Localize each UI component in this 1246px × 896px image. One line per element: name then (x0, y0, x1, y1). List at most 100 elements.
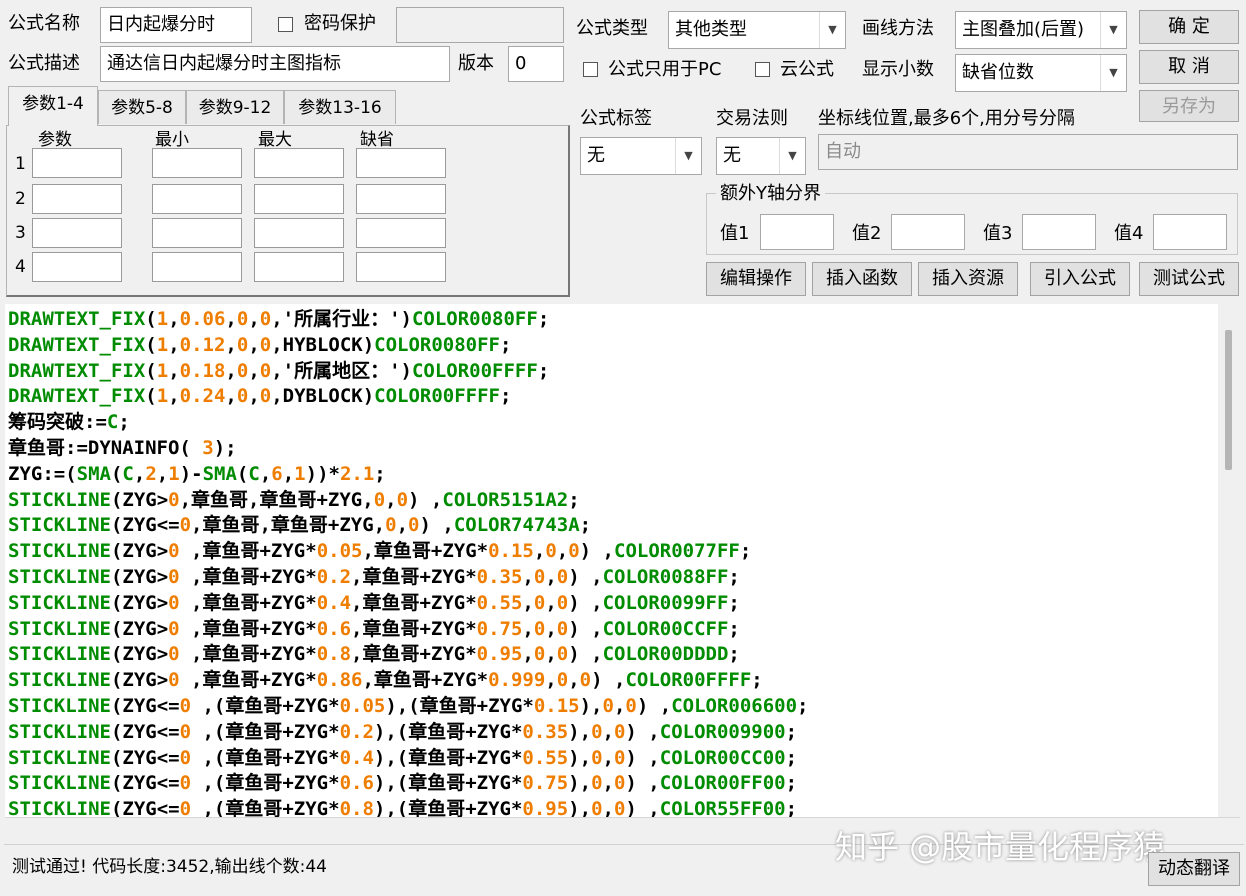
code-token: , (533, 540, 546, 563)
code-token: COLOR00DDDD (602, 643, 729, 666)
code-token: DRAWTEXT_FIX (8, 385, 146, 408)
formula-name-label: 公式名称 (8, 13, 80, 34)
cloud-checkbox[interactable] (755, 62, 770, 77)
formula-tag-select[interactable]: 无 ▼ (580, 137, 702, 175)
test-formula-button[interactable]: 测试公式 (1139, 262, 1239, 296)
cloud-label: 云公式 (780, 59, 834, 80)
param-3-min[interactable] (152, 218, 242, 248)
code-token: , (168, 308, 180, 330)
code-token: (ZYG<= (110, 514, 180, 537)
param-3-max[interactable] (254, 218, 344, 248)
code-token: ; (751, 669, 763, 692)
password-label: 密码保护 (304, 13, 376, 34)
cancel-button[interactable]: 取 消 (1139, 50, 1239, 84)
tab-params-13-16[interactable]: 参数13-16 (284, 90, 396, 124)
scrollbar-thumb[interactable] (1225, 330, 1232, 470)
param-2-name[interactable] (32, 184, 122, 214)
code-token: ZYG:=( (8, 462, 77, 485)
code-token: 1 (156, 385, 169, 408)
code-token: ; (797, 695, 809, 717)
param-1-name[interactable] (32, 148, 122, 178)
formula-type-select[interactable]: 其他类型 ▼ (668, 11, 846, 49)
code-token: , (545, 643, 557, 666)
code-token: COLOR00FFFF (625, 669, 752, 692)
code-token: 0.2 (316, 566, 352, 588)
pc-only-checkbox[interactable] (583, 62, 598, 77)
param-4-default[interactable] (356, 252, 446, 282)
tab-params-9-12[interactable]: 参数9-12 (186, 90, 284, 124)
formula-desc-input[interactable]: 通达信日内起爆分时主图指标 (100, 46, 450, 82)
version-input[interactable]: 0 (508, 46, 564, 82)
dynamic-translate-button[interactable]: 动态翻译 (1148, 852, 1240, 886)
code-token: , (522, 617, 534, 640)
tab-params-5-8[interactable]: 参数5-8 (98, 90, 186, 124)
password-checkbox[interactable] (278, 17, 293, 32)
param-header-default: 缺省 (360, 130, 394, 150)
code-token: (ZYG<= (110, 798, 180, 817)
param-2-default[interactable] (356, 184, 446, 214)
code-token: (ZYG> (110, 617, 169, 640)
code-line: STICKLINE(ZYG<=0 ,(章鱼哥+ZYG*0.05),(章鱼哥+ZY… (8, 693, 808, 719)
code-token: , (522, 566, 534, 588)
code-line: STICKLINE(ZYG>0 ,章鱼哥+ZYG*0.4,章鱼哥+ZYG*0.5… (8, 590, 740, 616)
param-4-min[interactable] (152, 252, 242, 282)
param-2-min[interactable] (152, 184, 242, 214)
y-value-2-input[interactable] (891, 214, 965, 250)
decimals-value: 缺省位数 (962, 62, 1034, 83)
param-1-min[interactable] (152, 148, 242, 178)
code-token: C (122, 462, 134, 485)
code-token: 0 (259, 385, 272, 408)
watermark-text: 知乎 @股市量化程序猿 (835, 828, 1166, 866)
import-formula-button[interactable]: 引入公式 (1030, 262, 1130, 296)
code-token: ,章鱼哥+ZYG* (179, 669, 317, 692)
y-value-4-label: 值4 (1114, 223, 1144, 244)
param-3-name[interactable] (32, 218, 122, 248)
code-token: , (259, 462, 272, 485)
code-token: 3 (202, 437, 214, 459)
password-input (396, 7, 564, 43)
param-4-max[interactable] (254, 252, 344, 282)
y-value-4-input[interactable] (1153, 214, 1227, 250)
tab-params-1-4[interactable]: 参数1-4 (8, 86, 98, 126)
code-token: ; (728, 643, 740, 666)
code-token: 0 (236, 308, 249, 330)
code-editor[interactable]: DRAWTEXT_FIX(1,0.06,0,0,'所属行业：')COLOR008… (5, 304, 1218, 817)
code-token: 0 (168, 540, 180, 563)
code-token: ) , (625, 798, 660, 817)
formula-name-input[interactable]: 日内起爆分时 (100, 7, 252, 43)
param-2-max[interactable] (254, 184, 344, 214)
code-token: 0.24 (179, 385, 226, 408)
code-token: ; (728, 617, 740, 640)
y-value-1-input[interactable] (760, 214, 834, 250)
code-token: 1 (294, 462, 306, 485)
param-3-default[interactable] (356, 218, 446, 248)
param-1-max[interactable] (254, 148, 344, 178)
coord-line-input[interactable]: 自动 (818, 134, 1238, 170)
save-as-button[interactable]: 另存为 (1139, 90, 1239, 122)
code-line: STICKLINE(ZYG<=0 ,(章鱼哥+ZYG*0.6),(章鱼哥+ZYG… (8, 770, 797, 796)
code-token: ,(章鱼哥+ZYG* (191, 798, 340, 817)
y-value-2-label: 值2 (852, 223, 882, 244)
code-token: 0.55 (522, 746, 569, 769)
edit-ops-button[interactable]: 编辑操作 (706, 262, 806, 296)
insert-resource-button[interactable]: 插入资源 (918, 262, 1018, 296)
code-token: 0.86 (316, 669, 363, 692)
param-row-1-label: 1 (15, 154, 26, 174)
vertical-scrollbar[interactable] (1218, 304, 1240, 817)
draw-method-select[interactable]: 主图叠加(后置) ▼ (955, 11, 1127, 49)
trade-rule-select[interactable]: 无 ▼ (716, 137, 806, 175)
ok-button[interactable]: 确 定 (1139, 10, 1239, 44)
code-token: ; (374, 462, 386, 485)
code-token: 0.8 (339, 798, 374, 817)
code-token: ) , (568, 643, 603, 666)
decimals-select[interactable]: 缺省位数 ▼ (955, 54, 1127, 92)
code-token: , (602, 772, 614, 795)
param-1-default[interactable] (356, 148, 446, 178)
code-token: (ZYG> (110, 591, 169, 614)
y-value-3-input[interactable] (1022, 214, 1096, 250)
code-token: 0 (591, 720, 603, 743)
insert-function-button[interactable]: 插入函数 (812, 262, 912, 296)
param-4-name[interactable] (32, 252, 122, 282)
code-token: 0.35 (476, 566, 523, 588)
code-token: 0.15 (488, 540, 534, 563)
